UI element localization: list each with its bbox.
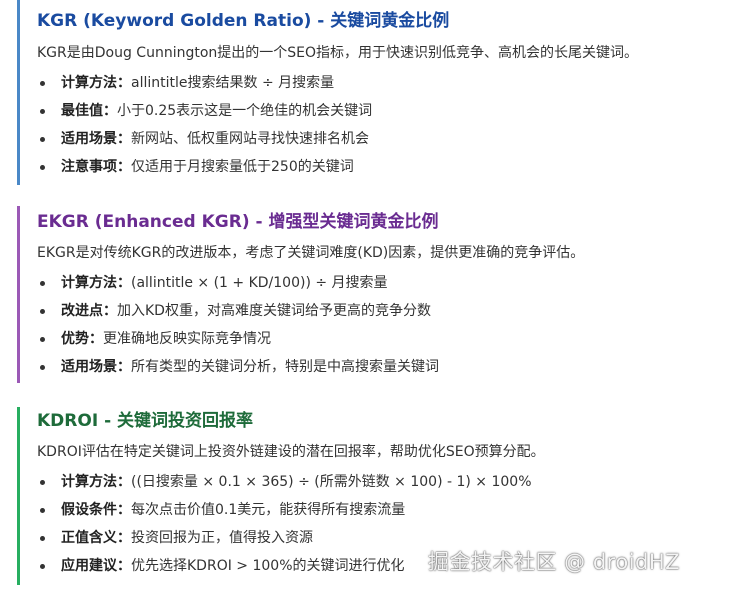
section-title: EKGR (Enhanced KGR) - 增强型关键词黄金比例 <box>37 212 439 232</box>
bullet-icon <box>40 480 45 485</box>
bullet-icon <box>40 109 45 114</box>
item-label: 计算方法： <box>61 474 131 490</box>
item-label: 注意事项： <box>61 159 131 175</box>
list-item: 假设条件：每次点击价值0.1美元，能获得所有搜索流量 <box>37 496 729 524</box>
bullet-icon <box>40 564 45 569</box>
bullet-icon <box>40 81 45 86</box>
item-text: 投资回报为正，值得投入资源 <box>131 530 313 546</box>
section-description: KGR是由Doug Cunnington提出的一个SEO指标，用于快速识别低竞争… <box>37 45 639 61</box>
item-label: 计算方法： <box>61 275 131 291</box>
item-text: 小于0.25表示这是一个绝佳的机会关键词 <box>117 103 373 119</box>
item-text: 所有类型的关键词分析，特别是中高搜索量关键词 <box>131 359 439 375</box>
section-description: KDROI评估在特定关键词上投资外链建设的潜在回报率，帮助优化SEO预算分配。 <box>37 444 545 460</box>
list-item: 适用场景：所有类型的关键词分析，特别是中高搜索量关键词 <box>37 353 729 381</box>
list-item: 计算方法：allintitle搜索结果数 ÷ 月搜索量 <box>37 69 729 97</box>
bullet-icon <box>40 281 45 286</box>
list-item: 优势：更准确地反映实际竞争情况 <box>37 325 729 353</box>
item-text: (allintitle × (1 + KD/100)) ÷ 月搜索量 <box>131 275 388 291</box>
item-text: 更准确地反映实际竞争情况 <box>103 331 271 347</box>
point-list: 计算方法：allintitle搜索结果数 ÷ 月搜索量 最佳值：小于0.25表示… <box>37 69 729 181</box>
bullet-icon <box>40 165 45 170</box>
bullet-icon <box>40 309 45 314</box>
list-item: 计算方法：((日搜索量 × 0.1 × 365) ÷ (所需外链数 × 100)… <box>37 468 729 496</box>
list-item: 计算方法：(allintitle × (1 + KD/100)) ÷ 月搜索量 <box>37 269 729 297</box>
item-label: 应用建议： <box>61 558 131 574</box>
item-text: 新网站、低权重网站寻找快速排名机会 <box>131 131 369 147</box>
item-label: 适用场景： <box>61 359 131 375</box>
item-text: 优先选择KDROI > 100%的关键词进行优化 <box>131 558 405 574</box>
list-item: 最佳值：小于0.25表示这是一个绝佳的机会关键词 <box>37 97 729 125</box>
section-ekgr: EKGR (Enhanced KGR) - 增强型关键词黄金比例 EKGR是对传… <box>17 206 729 383</box>
item-text: allintitle搜索结果数 ÷ 月搜索量 <box>131 75 335 91</box>
list-item: 注意事项：仅适用于月搜索量低于250的关键词 <box>37 153 729 181</box>
bullet-icon <box>40 508 45 513</box>
item-label: 正值含义： <box>61 530 131 546</box>
list-item: 适用场景：新网站、低权重网站寻找快速排名机会 <box>37 125 729 153</box>
item-text: 仅适用于月搜索量低于250的关键词 <box>131 159 354 175</box>
point-list: 计算方法：(allintitle × (1 + KD/100)) ÷ 月搜索量 … <box>37 269 729 381</box>
watermark: 掘金技术社区 @ droidHZ <box>428 550 681 574</box>
bullet-icon <box>40 137 45 142</box>
item-text: 每次点击价值0.1美元，能获得所有搜索流量 <box>131 502 406 518</box>
item-label: 最佳值： <box>61 103 117 119</box>
bullet-icon <box>40 536 45 541</box>
item-text: 加入KD权重，对高难度关键词给予更高的竞争分数 <box>117 303 431 319</box>
item-label: 改进点： <box>61 303 117 319</box>
section-kgr: KGR (Keyword Golden Ratio) - 关键词黄金比例 KGR… <box>17 0 729 185</box>
bullet-icon <box>40 365 45 370</box>
bullet-icon <box>40 337 45 342</box>
section-title: KDROI - 关键词投资回报率 <box>37 411 254 431</box>
item-label: 适用场景： <box>61 131 131 147</box>
item-label: 优势： <box>61 331 103 347</box>
item-text: ((日搜索量 × 0.1 × 365) ÷ (所需外链数 × 100) - 1)… <box>131 474 532 490</box>
item-label: 计算方法： <box>61 75 131 91</box>
list-item: 改进点：加入KD权重，对高难度关键词给予更高的竞争分数 <box>37 297 729 325</box>
section-description: EKGR是对传统KGR的改进版本，考虑了关键词难度(KD)因素，提供更准确的竞争… <box>37 245 585 261</box>
section-title: KGR (Keyword Golden Ratio) - 关键词黄金比例 <box>37 11 450 31</box>
item-label: 假设条件： <box>61 502 131 518</box>
